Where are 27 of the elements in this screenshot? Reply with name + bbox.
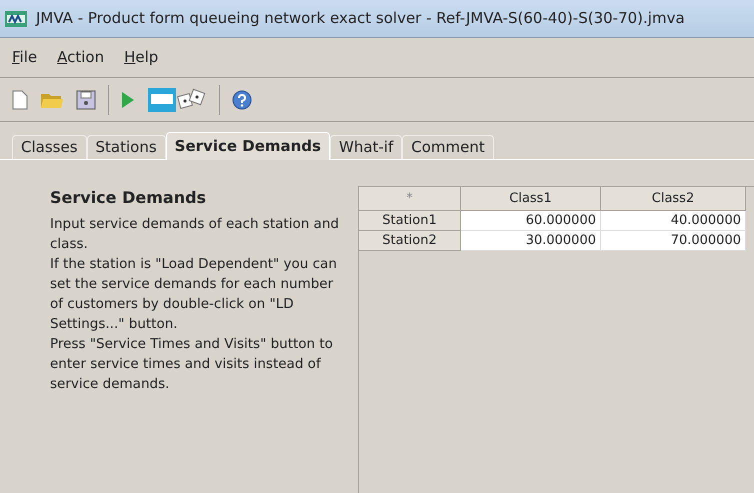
menu-item[interactable]: File [12,46,38,69]
tab[interactable]: Service Demands [166,132,330,160]
save-icon[interactable] [76,90,96,110]
table-cell[interactable]: 40.000000 [601,211,746,231]
row-header: Station1 [359,211,461,231]
app-icon [4,10,28,28]
help-icon[interactable] [232,90,252,110]
menu-item[interactable]: Help [124,46,158,69]
new-file-icon[interactable] [12,90,28,110]
table-cell[interactable]: 60.000000 [461,211,601,231]
column-header: Class1 [461,187,601,211]
description-text: If the station is "Load Dependent" you can set the service demands for each number of customers by double-click on "LD Settings..." button. [50,255,338,334]
window-title: JMVA - Product form queueing network exact solver - Ref-JMVA-S(60-40)-S(30-70).jmva [36,8,685,30]
description-text: Press "Service Times and Visits" button to enter service times and visits instead of service demands. [50,335,334,394]
description-text: Input service demands of each station and class. [50,215,340,254]
simulation-dice-icon[interactable] [147,86,207,112]
tab[interactable]: Comment [402,135,494,159]
column-header: Class2 [601,187,746,211]
table-cell[interactable]: 30.000000 [461,231,601,251]
table-cell[interactable]: 70.000000 [601,231,746,251]
corner-header: * [359,187,461,211]
tab[interactable]: Classes [12,135,87,159]
tab[interactable]: What-if [330,135,402,159]
menu-item[interactable]: Action [57,46,104,69]
row-header: Station2 [359,231,461,251]
tab[interactable]: Stations [86,135,166,159]
panel-heading: Service Demands [50,187,208,209]
